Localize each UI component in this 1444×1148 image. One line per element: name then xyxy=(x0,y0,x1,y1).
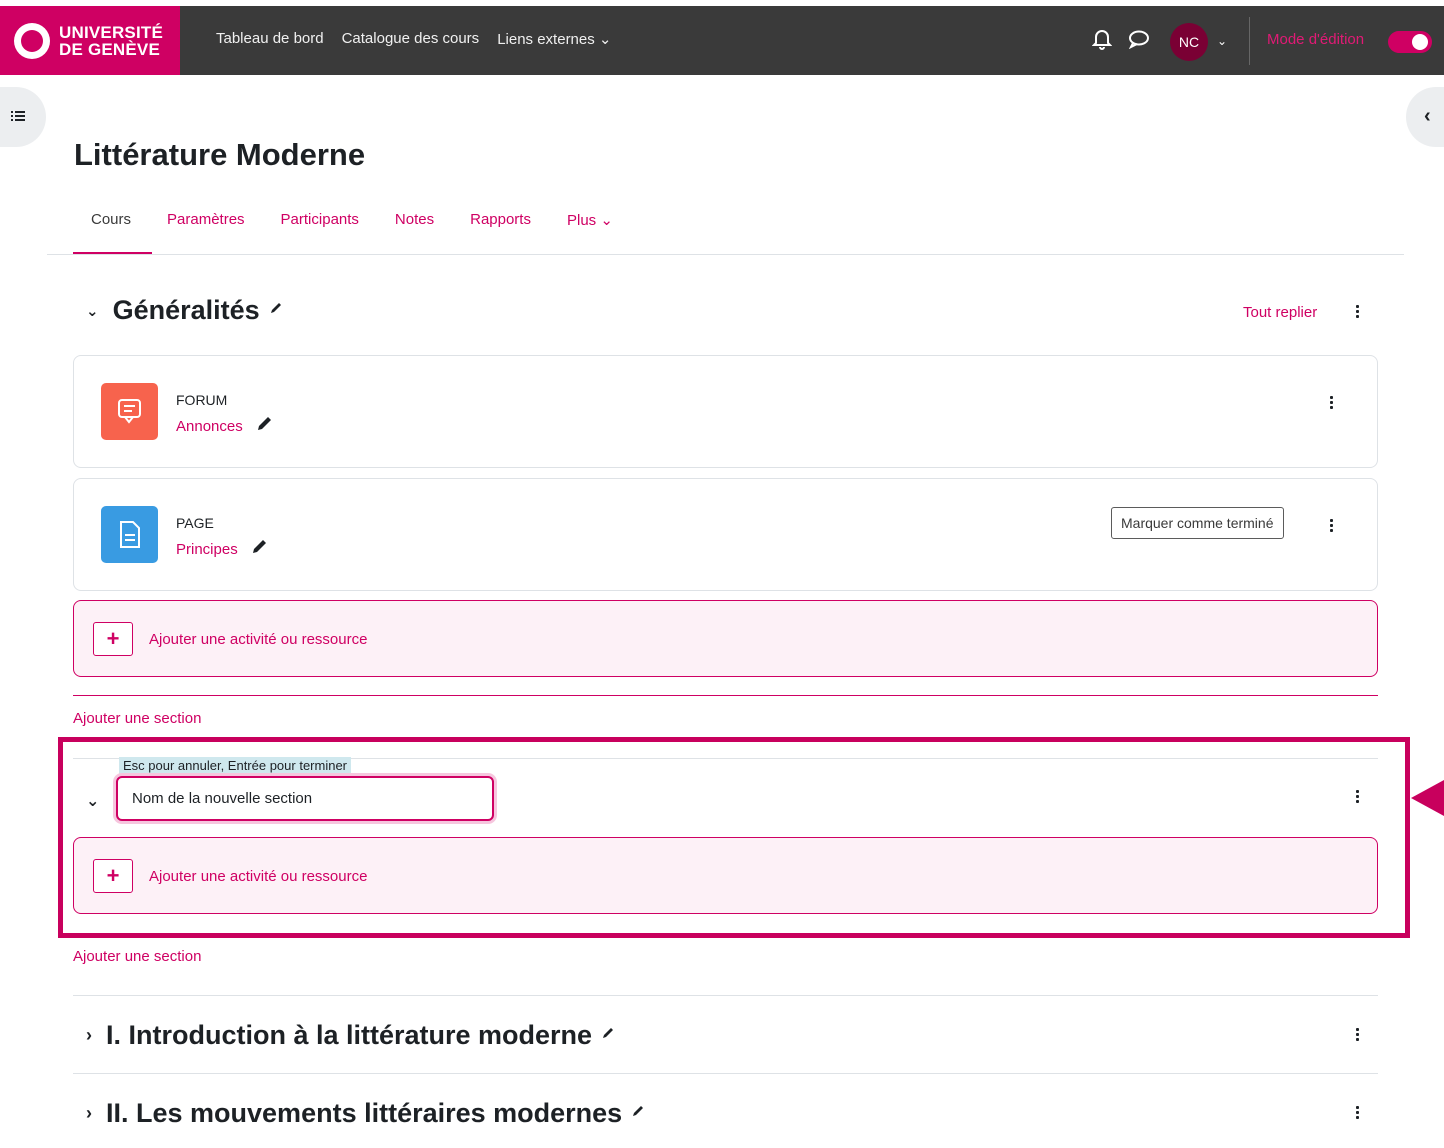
messages-chat-icon[interactable] xyxy=(1128,29,1150,49)
section-actions-kebab-icon[interactable] xyxy=(1354,305,1360,321)
user-menu-chevron-down-icon[interactable]: ⌄ xyxy=(1217,34,1227,48)
block-drawer-button[interactable]: ‹ xyxy=(1406,87,1444,147)
plus-icon: + xyxy=(93,622,133,656)
add-activity-label: Ajouter une activité ou ressource xyxy=(149,631,368,648)
activity-card-forum: FORUM Annonces xyxy=(73,355,1378,468)
navbar-divider xyxy=(1249,17,1250,65)
page-icon xyxy=(101,506,158,563)
section-title[interactable]: I. Introduction à la littérature moderne xyxy=(106,1020,592,1051)
highlight-annotation-box xyxy=(58,737,1410,938)
activity-card-page: PAGE Principes Marquer comme terminé xyxy=(73,478,1378,591)
tabs-divider xyxy=(47,254,1404,255)
activity-name-link[interactable]: Principes xyxy=(176,538,268,558)
add-section-link[interactable]: Ajouter une section xyxy=(73,948,201,965)
section-header-introduction: › I. Introduction à la littérature moder… xyxy=(86,1020,616,1051)
section-expand-chevron-icon[interactable]: › xyxy=(86,1025,92,1046)
edit-pencil-icon[interactable] xyxy=(252,538,268,558)
notifications-bell-icon[interactable] xyxy=(1092,28,1112,50)
navbar-icons xyxy=(1092,28,1150,50)
course-tabs: Cours Paramètres Participants Notes Rapp… xyxy=(74,211,649,229)
section-divider xyxy=(73,1073,1378,1074)
collapse-all-link[interactable]: Tout replier xyxy=(1243,304,1317,321)
section-divider xyxy=(73,995,1378,996)
edit-pencil-icon[interactable] xyxy=(600,1025,616,1046)
tab-participants[interactable]: Participants xyxy=(281,211,359,229)
section-header-movements: › II. Les mouvements littéraires moderne… xyxy=(86,1098,646,1129)
edit-pencil-icon[interactable] xyxy=(257,415,273,435)
brand-line-1: UNIVERSITÉ xyxy=(59,22,164,42)
tab-grades[interactable]: Notes xyxy=(395,211,434,229)
add-section-divider xyxy=(73,695,1378,696)
section-actions-kebab-icon[interactable] xyxy=(1354,1106,1360,1122)
chevron-left-icon: ‹ xyxy=(1424,105,1431,127)
course-index-drawer-button[interactable] xyxy=(0,87,46,147)
tab-reports[interactable]: Rapports xyxy=(470,211,531,229)
add-section-link[interactable]: Ajouter une section xyxy=(73,710,201,727)
highlight-arrow-icon xyxy=(1411,780,1444,816)
activity-type: PAGE xyxy=(176,515,214,531)
edit-mode-toggle[interactable] xyxy=(1388,31,1432,53)
user-avatar[interactable]: NC xyxy=(1170,23,1208,61)
nav-course-catalog-link[interactable]: Catalogue des cours xyxy=(342,30,480,48)
edit-pencil-icon[interactable] xyxy=(630,1103,646,1124)
forum-icon xyxy=(101,383,158,440)
university-seal-icon xyxy=(14,22,50,59)
section-actions-kebab-icon[interactable] xyxy=(1354,1028,1360,1044)
add-activity-button[interactable]: + Ajouter une activité ou ressource xyxy=(73,600,1378,677)
activity-type: FORUM xyxy=(176,392,228,408)
activity-name-link[interactable]: Annonces xyxy=(176,415,273,435)
page-title: Littérature Moderne xyxy=(74,137,366,172)
brand-line-2: DE GENÈVE xyxy=(59,39,160,59)
mark-as-done-button[interactable]: Marquer comme terminé xyxy=(1111,507,1284,539)
university-logo[interactable]: UNIVERSITÉ DE GENÈVE xyxy=(0,6,180,75)
list-icon xyxy=(11,111,25,121)
section-title: Généralités xyxy=(112,295,260,325)
section-expand-chevron-icon[interactable]: › xyxy=(86,1103,92,1124)
edit-pencil-icon[interactable] xyxy=(268,300,284,321)
activity-actions-kebab-icon[interactable] xyxy=(1328,519,1334,535)
tab-settings[interactable]: Paramètres xyxy=(167,211,245,229)
section-title[interactable]: II. Les mouvements littéraires modernes xyxy=(106,1098,622,1129)
section-collapse-chevron-icon[interactable]: ⌄ xyxy=(86,302,99,320)
primary-navigation: Tableau de bord Catalogue des cours Lien… xyxy=(216,30,611,48)
activity-actions-kebab-icon[interactable] xyxy=(1328,396,1334,412)
nav-external-links-dropdown[interactable]: Liens externes ⌄ xyxy=(497,30,611,48)
edit-mode-label: Mode d'édition xyxy=(1267,31,1365,48)
nav-dashboard-link[interactable]: Tableau de bord xyxy=(216,30,324,48)
section-header-general: ⌄ Généralités xyxy=(86,295,284,326)
tab-course[interactable]: Cours xyxy=(74,211,148,229)
tab-more[interactable]: Plus ⌄ xyxy=(567,211,613,229)
